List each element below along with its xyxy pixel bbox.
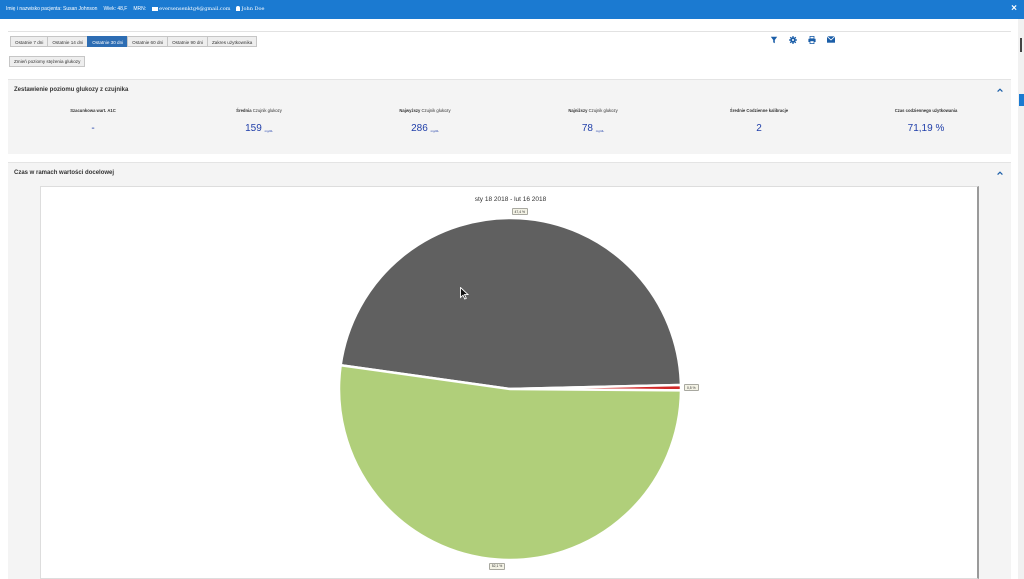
scrollbar[interactable] — [1018, 19, 1024, 579]
summary-stats: Szacunkowa wart. A1C - Średnia Czujnik g… — [8, 98, 1011, 154]
email-field[interactable]: eversensenktg4@gmail.com — [152, 6, 230, 12]
mrn-label: MRN: — [133, 6, 147, 12]
gear-icon[interactable] — [788, 35, 797, 44]
change-glucose-levels-button[interactable]: Zmień poziomy stężenia glukozy — [9, 56, 86, 67]
stat-daily-usage: Czas codziennego użytkowania 71,19 % — [841, 108, 1011, 134]
stat-label: Najwyższy — [399, 108, 421, 113]
tab-14-days[interactable]: Ostatnie 14 dni — [47, 36, 89, 47]
tab-7-days[interactable]: Ostatnie 7 dni — [10, 36, 49, 47]
panel-header[interactable]: Zestawienie poziomu glukozy z czujnika — [8, 80, 1011, 99]
stat-value: - — [91, 123, 95, 134]
user-icon — [236, 6, 241, 12]
stat-calibrations: Średnie Codzienne kalibracje 2 — [674, 108, 844, 134]
stat-unit: mg/dL — [595, 129, 605, 133]
stat-value: 2 — [756, 123, 762, 134]
stat-highest: Najwyższy Czujnik glukozy 286 mg/dL — [340, 108, 510, 134]
age-value: 48,F — [117, 6, 128, 12]
time-in-range-panel: Czas w ramach wartości docelowej — [8, 162, 1011, 182]
stat-value: 159 — [245, 123, 262, 134]
stat-label-rest: Czujnik glukozy — [251, 108, 282, 113]
stat-unit: mg/dL — [264, 129, 273, 133]
chevron-up-icon[interactable] — [996, 86, 1004, 94]
mouse-cursor-icon — [460, 287, 469, 300]
date-range-tabs: Ostatnie 7 dni Ostatnie 14 dni Ostatnie … — [10, 36, 258, 47]
stat-average: Średnia Czujnik glukozy 159 mg/dL — [174, 108, 344, 134]
email-address: eversensenktg4@gmail.com — [159, 6, 231, 12]
filter-icon[interactable] — [769, 35, 778, 44]
patient-label: Imię i nazwisko pacjenta: — [6, 6, 62, 12]
user-name: John Doe — [241, 6, 265, 12]
tab-90-days[interactable]: Ostatnie 90 dni — [167, 36, 208, 47]
tab-custom-range[interactable]: Zakres użytkownika — [206, 36, 258, 47]
patient-info: Imię i nazwisko pacjenta: Susan Johnson … — [6, 6, 265, 12]
pie-slice[interactable] — [337, 363, 683, 562]
stat-a1c: Szacunkowa wart. A1C - — [8, 108, 178, 134]
user-field[interactable]: John Doe — [236, 6, 265, 12]
patient-name-field: Imię i nazwisko pacjenta: Susan Johnson — [6, 6, 97, 12]
pie-data-label: 47,4 % — [511, 208, 529, 216]
stat-label-rest: Czujnik glukozy — [420, 108, 451, 113]
pie-chart-container: sty 18 2018 - lut 16 2018 47,4 % 0,5 % 52,… — [40, 186, 979, 579]
scrollbar-marker — [1020, 38, 1022, 52]
divider — [8, 31, 1011, 32]
scrollbar-thumb[interactable] — [1019, 94, 1024, 106]
stat-value: 71,19 % — [907, 123, 945, 134]
stat-label: Najniższy — [568, 108, 588, 113]
print-icon[interactable] — [807, 35, 816, 44]
stat-value: 78 — [581, 123, 593, 134]
tab-60-days[interactable]: Ostatnie 60 dni — [127, 36, 169, 47]
stat-label-rest: Czujnik glukozy — [587, 108, 618, 113]
stat-label: Średnia — [236, 108, 252, 113]
pie-data-label: 52,1 % — [488, 562, 506, 570]
stat-label: Średnie Codzienne kalibracje — [729, 108, 789, 113]
report-toolbar — [769, 35, 835, 44]
stat-label: Czas codziennego użytkowania — [894, 108, 958, 113]
glucose-summary-panel: Zestawienie poziomu glukozy z czujnika — [8, 79, 1011, 99]
chevron-up-icon[interactable] — [996, 169, 1004, 177]
stat-lowest: Najniższy Czujnik glukozy 78 mg/dL — [508, 108, 678, 134]
close-button[interactable]: × — [1011, 3, 1017, 14]
patient-name: Susan Johnson — [62, 6, 98, 12]
envelope-icon[interactable] — [826, 35, 835, 44]
pie-slice[interactable] — [339, 216, 683, 391]
envelope-icon — [152, 6, 159, 11]
patient-header-bar: Imię i nazwisko pacjenta: Susan Johnson … — [0, 0, 1024, 19]
age-label: Wiek: — [103, 6, 116, 12]
pie-data-label: 0,5 % — [683, 384, 699, 392]
age-field: Wiek: 48,F — [103, 6, 127, 12]
panel-title: Czas w ramach wartości docelowej — [14, 170, 115, 176]
stat-unit: mg/dL — [430, 129, 439, 133]
pie-chart — [337, 216, 683, 562]
stat-value: 286 — [411, 123, 428, 134]
tab-30-days[interactable]: Ostatnie 30 dni — [87, 36, 129, 47]
stat-label: Szacunkowa wart. A1C — [70, 108, 116, 113]
panel-title: Zestawienie poziomu glukozy z czujnika — [14, 87, 129, 93]
